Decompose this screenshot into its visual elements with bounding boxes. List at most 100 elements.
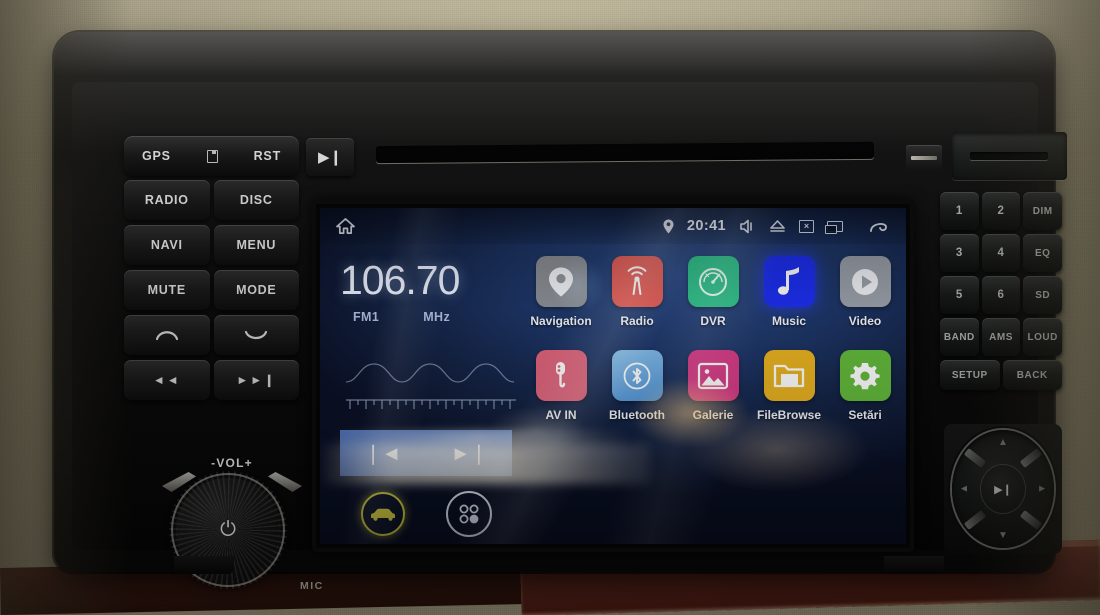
app-filebrowser[interactable]: FileBrowse — [752, 350, 826, 422]
gear-icon — [850, 362, 880, 389]
preset-5-label: 5 — [955, 289, 963, 301]
dim-label: DIM — [1032, 205, 1053, 217]
touchscreen[interactable]: 20:41 × 106.70 FM1 MHz ❘◄ ►❘ Navigation … — [320, 208, 906, 544]
directional-pad[interactable]: ▲ ▼ ◄ ► ▶❙ — [952, 430, 1054, 548]
dpad-left-icon[interactable]: ◄ — [959, 484, 969, 495]
app-label-radio: Radio — [620, 314, 654, 328]
sd-card-slot[interactable] — [952, 132, 1067, 180]
close-box-icon[interactable]: × — [799, 219, 814, 233]
play-pause-hard-button[interactable]: ▶❙ — [306, 138, 354, 176]
preset-3-button[interactable]: 3 — [940, 234, 979, 272]
app-icon-video[interactable] — [839, 256, 891, 307]
disc-button[interactable]: DISC — [213, 180, 299, 220]
radio-band-label: FM1 — [353, 310, 380, 324]
navi-button-label: NAVI — [150, 238, 183, 252]
disc-button-label: DISC — [239, 193, 273, 207]
app-icon-dvr[interactable] — [687, 256, 739, 307]
eject-icon[interactable] — [769, 219, 786, 233]
ams-button[interactable]: AMS — [981, 318, 1021, 356]
app-icon-setari[interactable] — [839, 350, 891, 401]
dpad-center-icon: ▶❙ — [994, 483, 1012, 496]
app-icon-galerie[interactable] — [687, 350, 739, 401]
all-apps-button[interactable] — [445, 491, 492, 537]
car-button[interactable] — [360, 492, 405, 536]
app-icon-bluetooth[interactable] — [611, 350, 663, 401]
eq-button[interactable]: EQ — [1023, 234, 1063, 272]
radio-widget: 106.70 FM1 MHz ❘◄ ►❘ — [340, 260, 520, 537]
loud-button[interactable]: LOUD — [1023, 318, 1063, 356]
dpad-down-icon[interactable]: ▼ — [998, 530, 1008, 541]
app-label-music: Music — [771, 314, 806, 328]
keypad-row-4: BAND AMS LOUD — [940, 318, 1063, 356]
app-icon-music[interactable] — [763, 256, 815, 307]
radio-next-button[interactable]: ►❘ — [451, 441, 488, 466]
app-music[interactable]: Music — [752, 256, 826, 328]
sd-button[interactable]: SD — [1023, 276, 1063, 314]
map-pin-icon — [549, 267, 573, 296]
app-grid: Navigation Radio DVR Music Video AV IN B… — [524, 256, 902, 422]
app-radio[interactable]: Radio — [600, 256, 674, 328]
next-track-button[interactable]: ►►❙ — [213, 360, 299, 400]
preset-1-button[interactable]: 1 — [940, 192, 979, 230]
app-av-in[interactable]: AV IN — [524, 350, 598, 422]
mute-button[interactable]: MUTE — [124, 270, 210, 310]
radio-unit-label: MHz — [423, 310, 451, 324]
app-navigation[interactable]: Navigation — [524, 256, 598, 328]
app-label-navigation: Navigation — [530, 314, 592, 328]
preset-5-button[interactable]: 5 — [940, 276, 979, 314]
dpad-center-button[interactable]: ▶❙ — [981, 465, 1025, 513]
keypad-row-2: 3 4 EQ — [940, 234, 1063, 272]
mode-button-label: MODE — [236, 283, 277, 297]
app-icon-filebrowser[interactable] — [763, 350, 815, 401]
call-answer-button[interactable] — [124, 315, 210, 355]
back-arrow-icon[interactable] — [868, 218, 890, 234]
radio-button[interactable]: RADIO — [124, 180, 210, 220]
app-dvr[interactable]: DVR — [676, 256, 750, 328]
touchscreen-bezel: 20:41 × 106.70 FM1 MHz ❘◄ ►❘ Navigation … — [312, 200, 914, 552]
dpad-seam-upper-left — [963, 448, 987, 468]
button-row-track: ◄◄ ►►❙ — [124, 360, 299, 400]
keypad-row-1: 1 2 DIM — [940, 192, 1063, 230]
dpad-seam-lower-right — [1019, 510, 1043, 530]
band-button[interactable]: BAND — [940, 318, 979, 356]
app-video[interactable]: Video — [828, 256, 902, 328]
app-bluetooth[interactable]: Bluetooth — [600, 350, 674, 422]
app-galerie[interactable]: Galerie — [676, 350, 750, 422]
av-in-icon — [556, 361, 566, 387]
back-button[interactable]: BACK — [1002, 360, 1062, 390]
radio-previous-button[interactable]: ❘◄ — [365, 441, 402, 466]
clock: 20:41 — [686, 218, 726, 234]
preset-4-button[interactable]: 4 — [981, 234, 1021, 272]
app-icon-navigation[interactable] — [535, 256, 587, 307]
app-icon-av-in[interactable] — [535, 350, 587, 401]
mode-button[interactable]: MODE — [213, 270, 299, 310]
menu-button[interactable]: MENU — [213, 225, 299, 265]
tuning-scale[interactable] — [346, 396, 516, 416]
call-end-button[interactable] — [213, 315, 299, 355]
volume-mute-icon[interactable] — [739, 219, 756, 234]
power-icon: ⏻ — [220, 518, 236, 541]
home-icon[interactable] — [336, 217, 355, 235]
dpad-right-icon[interactable]: ► — [1037, 484, 1047, 495]
recent-apps-icon[interactable] — [825, 220, 843, 234]
eq-label: EQ — [1034, 247, 1051, 259]
preset-6-button[interactable]: 6 — [981, 276, 1021, 314]
previous-track-button[interactable]: ◄◄ — [124, 360, 210, 400]
car-icon — [370, 508, 395, 521]
app-icon-radio[interactable] — [611, 256, 663, 307]
preset-2-button[interactable]: 2 — [981, 192, 1021, 230]
dim-button[interactable]: DIM — [1023, 192, 1063, 230]
setup-button[interactable]: SETUP — [940, 360, 1000, 390]
dpad-up-icon[interactable]: ▲ — [998, 437, 1008, 448]
bluetooth-icon — [623, 362, 651, 389]
left-button-panel: RADIO DISC NAVI MENU MUTE MODE ◄◄ ►►❙ — [124, 132, 299, 405]
eject-button[interactable] — [906, 145, 942, 171]
band-label: BAND — [943, 331, 975, 343]
mic-label: MIC — [300, 580, 324, 592]
all-apps-icon — [459, 504, 478, 524]
app-setari[interactable]: Setări — [828, 350, 902, 422]
navi-button[interactable]: NAVI — [124, 225, 210, 265]
folder-icon — [773, 364, 805, 387]
app-label-filebrowser: FileBrowse — [756, 408, 822, 422]
setup-label: SETUP — [951, 369, 988, 381]
